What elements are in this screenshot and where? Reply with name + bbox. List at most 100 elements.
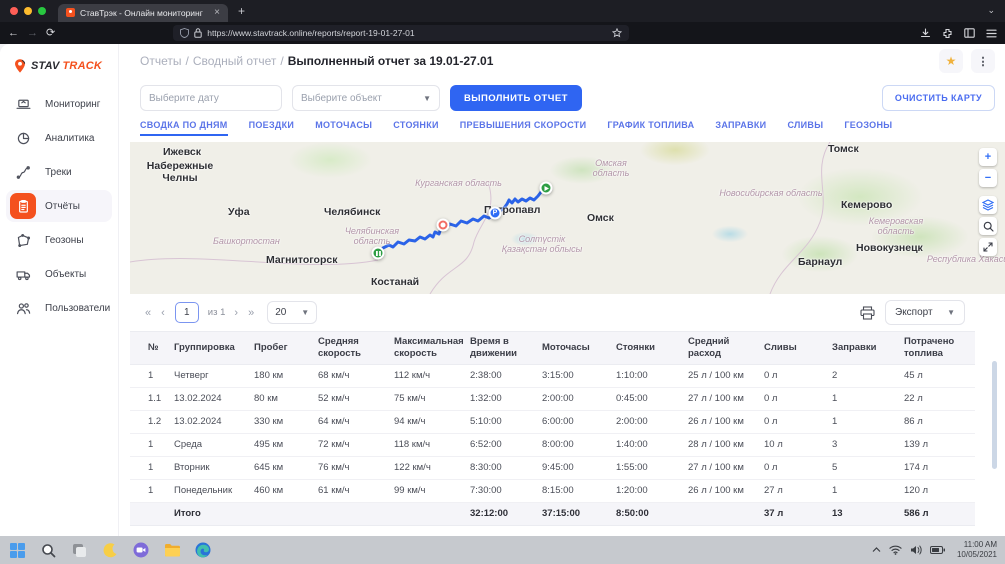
taskbar-search-button[interactable] xyxy=(39,541,57,559)
tab-item[interactable]: ЗАПРАВКИ xyxy=(715,120,766,134)
tab-item[interactable]: СЛИВЫ xyxy=(787,120,823,134)
search-button[interactable] xyxy=(979,217,997,235)
tab-close-icon[interactable]: × xyxy=(214,7,220,18)
column-header: Пробег xyxy=(254,338,318,358)
start-button[interactable] xyxy=(8,541,26,559)
chevron-up-icon[interactable] xyxy=(872,547,881,553)
tab-item[interactable]: МОТОЧАСЫ xyxy=(315,120,372,134)
edge-browser-button[interactable] xyxy=(194,541,212,559)
task-view-button[interactable] xyxy=(70,541,88,559)
breadcrumb-link[interactable]: Отчеты xyxy=(140,54,181,68)
tab-active[interactable]: СВОДКА ПО ДНЯМ xyxy=(140,120,228,136)
window-controls[interactable] xyxy=(10,7,46,15)
table-cell: 8:15:00 xyxy=(542,485,616,496)
breadcrumb-link[interactable]: Сводный отчет xyxy=(193,54,277,68)
new-tab-button[interactable]: + xyxy=(238,4,245,18)
object-select[interactable]: Выберите объект ▼ xyxy=(292,85,440,111)
expand-button[interactable] xyxy=(979,238,997,256)
table-row[interactable]: 1Среда495 км72 км/ч118 км/ч6:52:008:00:0… xyxy=(130,434,975,457)
table-row[interactable]: 1Понедельник460 км61 км/ч99 км/ч7:30:008… xyxy=(130,480,975,503)
bookmark-star-icon[interactable] xyxy=(612,28,622,38)
reload-button[interactable]: ⟳ xyxy=(46,28,55,39)
table-cell: 120 л xyxy=(904,485,974,496)
parking-marker[interactable]: P xyxy=(489,207,502,220)
tab-item[interactable]: ГРАФИК ТОПЛИВА xyxy=(607,120,694,134)
map[interactable]: ИжевскНабережные ЧелныУфаЧелябинскМагнит… xyxy=(130,142,1005,294)
tab-item[interactable]: ПОЕЗДКИ xyxy=(249,120,295,134)
zoom-out-button[interactable]: − xyxy=(979,169,997,187)
page-size-select[interactable]: 20 ▼ xyxy=(267,301,317,324)
breadcrumb-separator: / xyxy=(185,54,188,68)
table-cell: 0 л xyxy=(764,370,832,381)
url-bar[interactable]: https://www.stavtrack.online/reports/rep… xyxy=(173,25,629,41)
table-row[interactable]: 1Вторник645 км76 км/ч122 км/ч8:30:009:45… xyxy=(130,457,975,480)
sidebar-item-users[interactable]: Пользователи xyxy=(6,292,112,324)
back-button[interactable]: ← xyxy=(8,28,19,39)
last-page-button[interactable]: » xyxy=(248,307,254,319)
forward-button[interactable]: → xyxy=(27,28,38,39)
map-label-region: Кемеровская область xyxy=(850,216,942,237)
more-options-button[interactable]: ⋮ xyxy=(971,49,995,73)
sidebar-item-geozones[interactable]: Геозоны xyxy=(6,224,112,256)
app-page: STAVTRACK МониторингАналитика Треки Отчёты… xyxy=(0,44,1005,536)
sidebar-item-objects[interactable]: Объекты xyxy=(6,258,112,290)
sidebar-item-label: Треки xyxy=(45,167,72,178)
violation-marker[interactable] xyxy=(437,219,450,232)
prev-page-button[interactable]: ‹ xyxy=(161,307,165,319)
table-row[interactable]: 1.213.02.2024330 км64 км/ч94 км/ч5:10:00… xyxy=(130,411,975,434)
file-explorer-button[interactable] xyxy=(163,541,181,559)
column-header: Потрачено топлива xyxy=(904,332,974,364)
sidebar-item-reports[interactable]: Отчёты xyxy=(6,190,112,222)
brand-text-stav: STAV xyxy=(31,60,60,72)
print-button[interactable] xyxy=(860,306,875,320)
table-row[interactable]: 1Четверг180 км68 км/ч112 км/ч2:38:003:15… xyxy=(130,365,975,388)
chevron-down-icon[interactable]: ⌄ xyxy=(987,5,995,16)
zoom-in-button[interactable]: + xyxy=(979,148,997,166)
tab-item[interactable]: ПРЕВЫШЕНИЯ СКОРОСТИ xyxy=(460,120,587,134)
browser-tab[interactable]: СтавТрэк - Онлайн мониторинг × xyxy=(58,4,228,22)
layers-button[interactable] xyxy=(979,196,997,214)
start-marker[interactable] xyxy=(540,182,553,195)
run-report-button[interactable]: ВЫПОЛНИТЬ ОТЧЕТ xyxy=(450,85,582,111)
tab-item[interactable]: ГЕОЗОНЫ xyxy=(844,120,892,134)
taskbar-clock[interactable]: 11:00 AM 10/05/2021 xyxy=(957,540,997,561)
first-page-button[interactable]: « xyxy=(145,307,151,319)
sidebar-item-tracks[interactable]: Треки xyxy=(6,156,112,188)
extensions-icon[interactable] xyxy=(942,28,953,39)
current-page-input[interactable]: 1 xyxy=(175,302,199,323)
table-scrollbar[interactable] xyxy=(992,361,997,469)
video-meet-app-button[interactable] xyxy=(132,541,150,559)
pause-marker[interactable] xyxy=(372,247,385,260)
sidebar-item-monitoring[interactable]: Мониторинг xyxy=(6,88,112,120)
date-picker[interactable] xyxy=(140,85,282,111)
date-input[interactable] xyxy=(149,93,281,104)
volume-icon[interactable] xyxy=(910,545,922,555)
next-page-button[interactable]: › xyxy=(234,307,238,319)
total-cell: 8:50:00 xyxy=(616,508,688,519)
battery-icon[interactable] xyxy=(930,546,945,554)
downloads-icon[interactable] xyxy=(920,28,931,39)
geozones-icon xyxy=(10,227,36,253)
pagination-bar: « ‹ 1 из 1 › » 20 ▼ Экспорт ▼ xyxy=(130,294,1005,331)
close-window-button[interactable] xyxy=(10,7,18,15)
tab-item[interactable]: СТОЯНКИ xyxy=(393,120,438,134)
favorite-button[interactable]: ★ xyxy=(939,49,963,73)
minimize-window-button[interactable] xyxy=(24,7,32,15)
system-tray: 11:00 AM 10/05/2021 xyxy=(872,540,997,561)
clear-map-button[interactable]: ОЧИСТИТЬ КАРТУ xyxy=(882,85,995,111)
brand[interactable]: STAVTRACK xyxy=(0,54,118,86)
column-header: Время в движении xyxy=(470,332,542,364)
night-mode-app-button[interactable] xyxy=(101,541,119,559)
table-cell: 645 км xyxy=(254,462,318,473)
sidebar-item-analytics[interactable]: Аналитика xyxy=(6,122,112,154)
sidebar-toggle-icon[interactable] xyxy=(964,28,975,38)
screen: СтавТрэк - Онлайн мониторинг × + ⌄ ← → ⟳… xyxy=(0,0,1005,564)
wifi-icon[interactable] xyxy=(889,545,902,555)
map-label-city: Новокузнецк xyxy=(856,242,923,254)
table-row[interactable]: 1.113.02.202480 км52 км/ч75 км/ч1:32:002… xyxy=(130,388,975,411)
menu-icon[interactable] xyxy=(986,29,997,38)
maximize-window-button[interactable] xyxy=(38,7,46,15)
export-select[interactable]: Экспорт ▼ xyxy=(885,300,965,325)
windows-logo-icon xyxy=(10,543,25,558)
table-cell: 22 л xyxy=(904,393,974,404)
